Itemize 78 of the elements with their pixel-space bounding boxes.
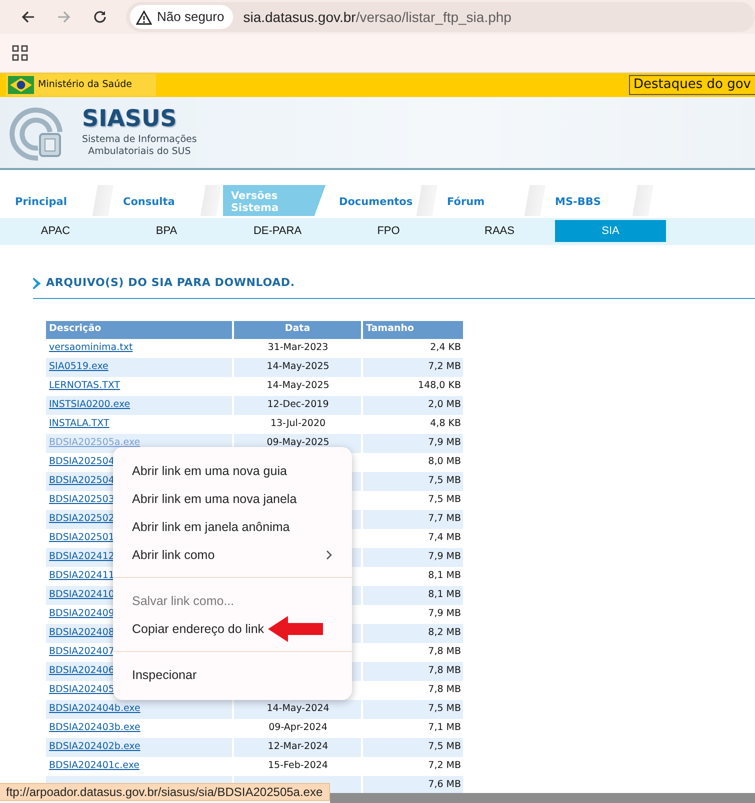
date-cell: 14-May-2024 [234, 700, 361, 718]
subnav-tab[interactable]: BPA [111, 220, 222, 242]
file-link[interactable]: BDSIA202403b.exe [49, 722, 140, 733]
file-link[interactable]: BDSIA202407 [49, 646, 114, 657]
date-cell-text: 13-Jul-2020 [269, 416, 327, 431]
file-link[interactable]: BDSIA202504 [49, 456, 114, 467]
file-link[interactable]: BDSIA202409 [49, 608, 114, 619]
date-cell-text: 14-May-2025 [266, 378, 330, 393]
subnav-tab[interactable]: DE-PARA [222, 220, 333, 242]
date-cell-text: 31-Mar-2023 [266, 340, 330, 355]
menu-item[interactable]: Abrir link em janela anônima [113, 513, 352, 541]
date-cell: 14-May-2025 [234, 358, 361, 376]
size-cell: 7,9 MB [363, 548, 463, 566]
chevron-icon [33, 278, 41, 289]
size-cell-text: 148,0 KB [417, 378, 462, 393]
status-url: ftp://arpoador.datasus.gov.br/siasus/sia/BDSIA202505a.exe [0, 783, 330, 801]
file-link[interactable]: BDSIA202412 [49, 550, 114, 562]
size-cell: 7,5 MB [363, 472, 463, 490]
size-cell: 8,2 MB [363, 624, 463, 642]
date-cell: 12-Dec-2019 [234, 396, 361, 414]
size-cell-text: 2,4 KB [429, 340, 462, 355]
section-title: ARQUIVO(S) DO SIA PARA DOWNLOAD. [46, 275, 295, 291]
site-subtitle: Ambulatoriais do SUS [87, 146, 192, 157]
size-cell-text: 8,0 MB [427, 454, 462, 469]
site-title: SIASUS [82, 108, 178, 132]
file-link[interactable]: BDSIA202405 [49, 684, 114, 695]
file-link[interactable]: BDSIA202503 [49, 494, 114, 505]
file-link[interactable]: SIA0519.exe [49, 360, 108, 372]
reload-icon[interactable] [92, 9, 108, 25]
back-icon[interactable] [20, 9, 36, 25]
file-link[interactable]: BDSIA202501 [49, 532, 114, 543]
size-cell: 7,8 MB [363, 662, 463, 680]
size-cell: 7,9 MB [363, 434, 463, 452]
menu-item[interactable]: Copiar endereço do link [113, 615, 352, 643]
file-link[interactable]: BDSIA202408 [49, 626, 114, 638]
column-header: Tamanho [363, 320, 463, 338]
size-cell-text: 7,2 MB [427, 758, 462, 773]
size-cell-text: 7,1 MB [427, 720, 462, 735]
size-cell-text: 7,4 MB [427, 530, 462, 545]
highlights-box[interactable]: Destaques do gov [628, 75, 755, 95]
date-cell-text: 09-Apr-2024 [268, 720, 328, 735]
size-cell-text: 7,9 MB [427, 606, 462, 621]
date-cell: 12-Mar-2024 [234, 738, 361, 756]
file-link[interactable]: versaominima.txt [49, 342, 133, 353]
size-cell: 7,5 MB [363, 738, 463, 756]
menu-item[interactable]: Abrir link em uma nova guia [113, 457, 352, 485]
submenu-chevron-icon [326, 550, 332, 560]
apps-icon[interactable] [12, 45, 28, 61]
subnav-tab[interactable]: FPO [333, 220, 444, 242]
file-link[interactable]: BDSIA202401c.exe [49, 760, 140, 771]
size-cell: 8,1 MB [363, 586, 463, 604]
size-cell: 2,0 MB [363, 396, 463, 414]
address-url[interactable]: sia.datasus.gov.br/versao/listar_ftp_sia.php [243, 6, 512, 28]
size-cell-text: 7,5 MB [427, 492, 462, 507]
column-header: Data [234, 320, 361, 338]
size-cell: 7,5 MB [363, 700, 463, 718]
security-chip[interactable]: Não seguro [130, 5, 234, 29]
horizontal-scrollbar[interactable] [330, 793, 755, 803]
subnav-tab[interactable]: APAC [0, 220, 111, 242]
file-link[interactable]: LERNOTAS.TXT [49, 380, 120, 391]
warning-icon [136, 10, 152, 24]
size-cell: 7,6 MB [363, 776, 463, 794]
column-header: Descrição [46, 320, 232, 338]
file-link[interactable]: BDSIA202411 [49, 570, 114, 581]
flag-icon [8, 76, 34, 94]
site-subtitle: Sistema de Informações [82, 134, 197, 146]
file-link[interactable]: INSTALA.TXT [49, 418, 110, 429]
size-cell-text: 8,1 MB [427, 568, 462, 583]
size-cell-text: 7,8 MB [427, 682, 462, 697]
menu-item[interactable]: Abrir link como [113, 541, 352, 569]
size-cell: 7,2 MB [363, 358, 463, 376]
subnav-tab[interactable]: RAAS [444, 220, 555, 242]
size-cell: 7,7 MB [363, 510, 463, 528]
size-cell-text: 7,8 MB [427, 644, 462, 659]
date-cell-text: 15-Feb-2024 [267, 758, 329, 773]
size-cell-text: 4,8 KB [429, 416, 462, 431]
menu-item[interactable]: Inspecionar [113, 661, 352, 689]
menu-item[interactable]: Abrir link em uma nova janela [113, 485, 352, 513]
